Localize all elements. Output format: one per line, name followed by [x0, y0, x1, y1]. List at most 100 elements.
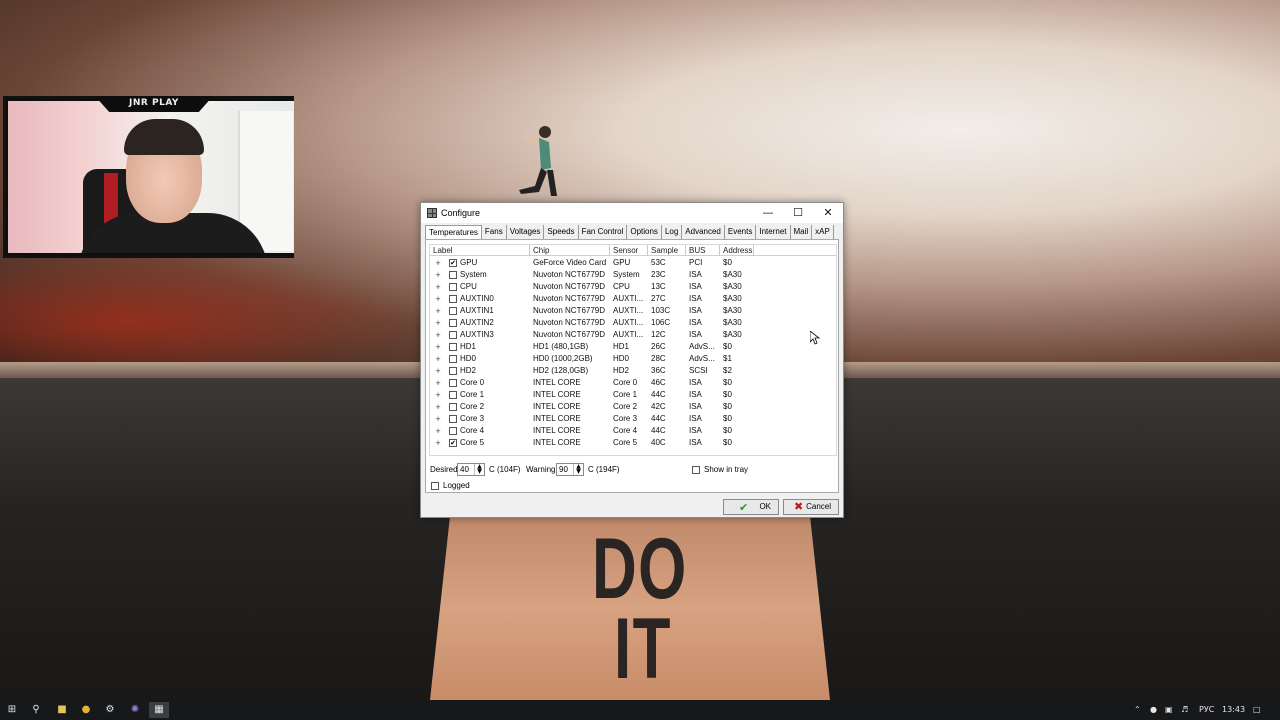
close-button[interactable]: ✕	[813, 203, 843, 223]
cell-bus: ISA	[689, 390, 702, 399]
row-checkbox[interactable]	[449, 403, 457, 411]
table-row[interactable]: + AUXTIN0 Nuvoton NCT6779D AUXTI... 27C ISA $A…	[430, 293, 836, 305]
row-checkbox[interactable]	[449, 367, 457, 375]
row-checkbox[interactable]	[449, 379, 457, 387]
tab-fans[interactable]: Fans	[482, 225, 507, 239]
expand-icon[interactable]: +	[435, 272, 441, 279]
tray-chevron-icon[interactable]: ⌃	[1134, 702, 1141, 718]
expand-icon[interactable]: +	[435, 440, 441, 447]
row-checkbox[interactable]	[449, 391, 457, 399]
expand-icon[interactable]: +	[435, 392, 441, 399]
expand-icon[interactable]: +	[435, 260, 441, 267]
desired-stepper-arrows-icon[interactable]: ▲ ▼	[474, 464, 484, 475]
row-checkbox[interactable]	[449, 283, 457, 291]
network-icon[interactable]: ▣	[1165, 702, 1173, 718]
tab-events[interactable]: Events	[725, 225, 757, 239]
table-row[interactable]: + Core 4 INTEL CORE Core 4 44C ISA $0	[430, 425, 836, 437]
cell-chip: Nuvoton NCT6779D	[533, 306, 606, 315]
expand-icon[interactable]: +	[435, 368, 441, 375]
tab-fan-control[interactable]: Fan Control	[579, 225, 628, 239]
expand-icon[interactable]: +	[435, 380, 441, 387]
search-icon[interactable]: ⚲	[26, 702, 46, 718]
table-row[interactable]: + Core 2 INTEL CORE Core 2 42C ISA $0	[430, 401, 836, 413]
warning-stepper-arrows-icon[interactable]: ▲ ▼	[573, 464, 583, 475]
tab-mail[interactable]: Mail	[791, 225, 813, 239]
column-label[interactable]: Label	[430, 245, 530, 256]
expand-icon[interactable]: +	[435, 308, 441, 315]
dialog-titlebar[interactable]: Configure — ☐ ✕	[421, 203, 843, 223]
temperatures-panel: Label Chip Sensor Sample BUS Address + ✔ G…	[425, 239, 839, 493]
tab-xap[interactable]: xAP	[812, 225, 834, 239]
table-row[interactable]: + AUXTIN2 Nuvoton NCT6779D AUXTI... 106C ISA $…	[430, 317, 836, 329]
notifications-icon[interactable]: □	[1253, 702, 1261, 718]
cell-sample: 13C	[651, 282, 666, 291]
column-sensor[interactable]: Sensor	[610, 245, 648, 256]
expand-icon[interactable]: +	[435, 356, 441, 363]
tab-log[interactable]: Log	[662, 225, 683, 239]
language-indicator[interactable]: РУС	[1199, 702, 1214, 718]
logged-checkbox[interactable]	[431, 482, 439, 490]
table-row[interactable]: + System Nuvoton NCT6779D System 23C ISA $A30	[430, 269, 836, 281]
app-settings-icon[interactable]: ⚙	[100, 702, 120, 718]
tab-voltages[interactable]: Voltages	[507, 225, 545, 239]
warning-stepper[interactable]: 90 ▲ ▼	[556, 463, 584, 476]
expand-icon[interactable]: +	[435, 332, 441, 339]
table-row[interactable]: + HD0 HD0 (1000,2GB) HD0 28C AdvS... $1	[430, 353, 836, 365]
expand-icon[interactable]: +	[435, 416, 441, 423]
table-row[interactable]: + HD1 HD1 (480,1GB) HD1 26C AdvS... $0	[430, 341, 836, 353]
webcam-person-hair	[124, 119, 204, 155]
clock[interactable]: 13:43	[1222, 702, 1245, 718]
table-row[interactable]: + ✔ Core 5 INTEL CORE Core 5 40C ISA $0	[430, 437, 836, 449]
expand-icon[interactable]: +	[435, 296, 441, 303]
start-windows-icon[interactable]: ⊞	[2, 702, 22, 718]
row-checkbox[interactable]: ✔	[449, 439, 457, 447]
show-in-tray-checkbox[interactable]	[692, 466, 700, 474]
column-sample[interactable]: Sample	[648, 245, 686, 256]
configure-app-taskbar-icon[interactable]: ▦	[149, 702, 169, 718]
row-checkbox[interactable]	[449, 415, 457, 423]
volume-icon[interactable]: ♬	[1181, 702, 1188, 718]
table-row[interactable]: + CPU Nuvoton NCT6779D CPU 13C ISA $A30	[430, 281, 836, 293]
tab-advanced[interactable]: Advanced	[682, 225, 725, 239]
cancel-button[interactable]: ✖ Cancel	[783, 499, 839, 515]
row-checkbox[interactable]	[449, 271, 457, 279]
row-checkbox[interactable]	[449, 331, 457, 339]
table-row[interactable]: + AUXTIN3 Nuvoton NCT6779D AUXTI... 12C ISA $A…	[430, 329, 836, 341]
expand-icon[interactable]: +	[435, 284, 441, 291]
cell-chip: Nuvoton NCT6779D	[533, 270, 606, 279]
tab-temperatures[interactable]: Temperatures	[425, 225, 482, 239]
ok-button[interactable]: ✔ OK	[723, 499, 779, 515]
column-chip[interactable]: Chip	[530, 245, 610, 256]
chrome-icon[interactable]: ●	[76, 702, 96, 718]
expand-icon[interactable]: +	[435, 344, 441, 351]
expand-icon[interactable]: +	[435, 320, 441, 327]
table-row[interactable]: + Core 0 INTEL CORE Core 0 46C ISA $0	[430, 377, 836, 389]
table-row[interactable]: + Core 1 INTEL CORE Core 1 44C ISA $0	[430, 389, 836, 401]
table-row[interactable]: + HD2 HD2 (128,0GB) HD2 36C SCSI $2	[430, 365, 836, 377]
row-checkbox[interactable]	[449, 295, 457, 303]
obs-icon[interactable]: ✺	[125, 702, 145, 718]
expand-icon[interactable]: +	[435, 428, 441, 435]
file-explorer-icon[interactable]: ■	[52, 702, 72, 718]
table-row[interactable]: + Core 3 INTEL CORE Core 3 44C ISA $0	[430, 413, 836, 425]
tab-internet[interactable]: Internet	[756, 225, 791, 239]
row-checkbox[interactable]	[449, 427, 457, 435]
row-checkbox[interactable]	[449, 355, 457, 363]
maximize-button[interactable]: ☐	[783, 203, 813, 223]
expand-icon[interactable]: +	[435, 404, 441, 411]
tab-options[interactable]: Options	[627, 225, 662, 239]
table-row[interactable]: + AUXTIN1 Nuvoton NCT6779D AUXTI... 103C ISA $…	[430, 305, 836, 317]
table-row[interactable]: + ✔ GPU GeForce Video Card GPU 53C PCI $0	[430, 257, 836, 269]
microphone-icon[interactable]: ●	[1150, 702, 1157, 718]
desired-stepper[interactable]: 40 ▲ ▼	[457, 463, 485, 476]
column-bus[interactable]: BUS	[686, 245, 720, 256]
row-checkbox[interactable]	[449, 319, 457, 327]
cell-address: $A30	[723, 318, 742, 327]
cell-chip: HD1 (480,1GB)	[533, 342, 589, 351]
tab-speeds[interactable]: Speeds	[544, 225, 579, 239]
column-address[interactable]: Address	[720, 245, 754, 256]
row-checkbox[interactable]: ✔	[449, 259, 457, 267]
row-checkbox[interactable]	[449, 307, 457, 315]
minimize-button[interactable]: —	[753, 203, 783, 223]
row-checkbox[interactable]	[449, 343, 457, 351]
